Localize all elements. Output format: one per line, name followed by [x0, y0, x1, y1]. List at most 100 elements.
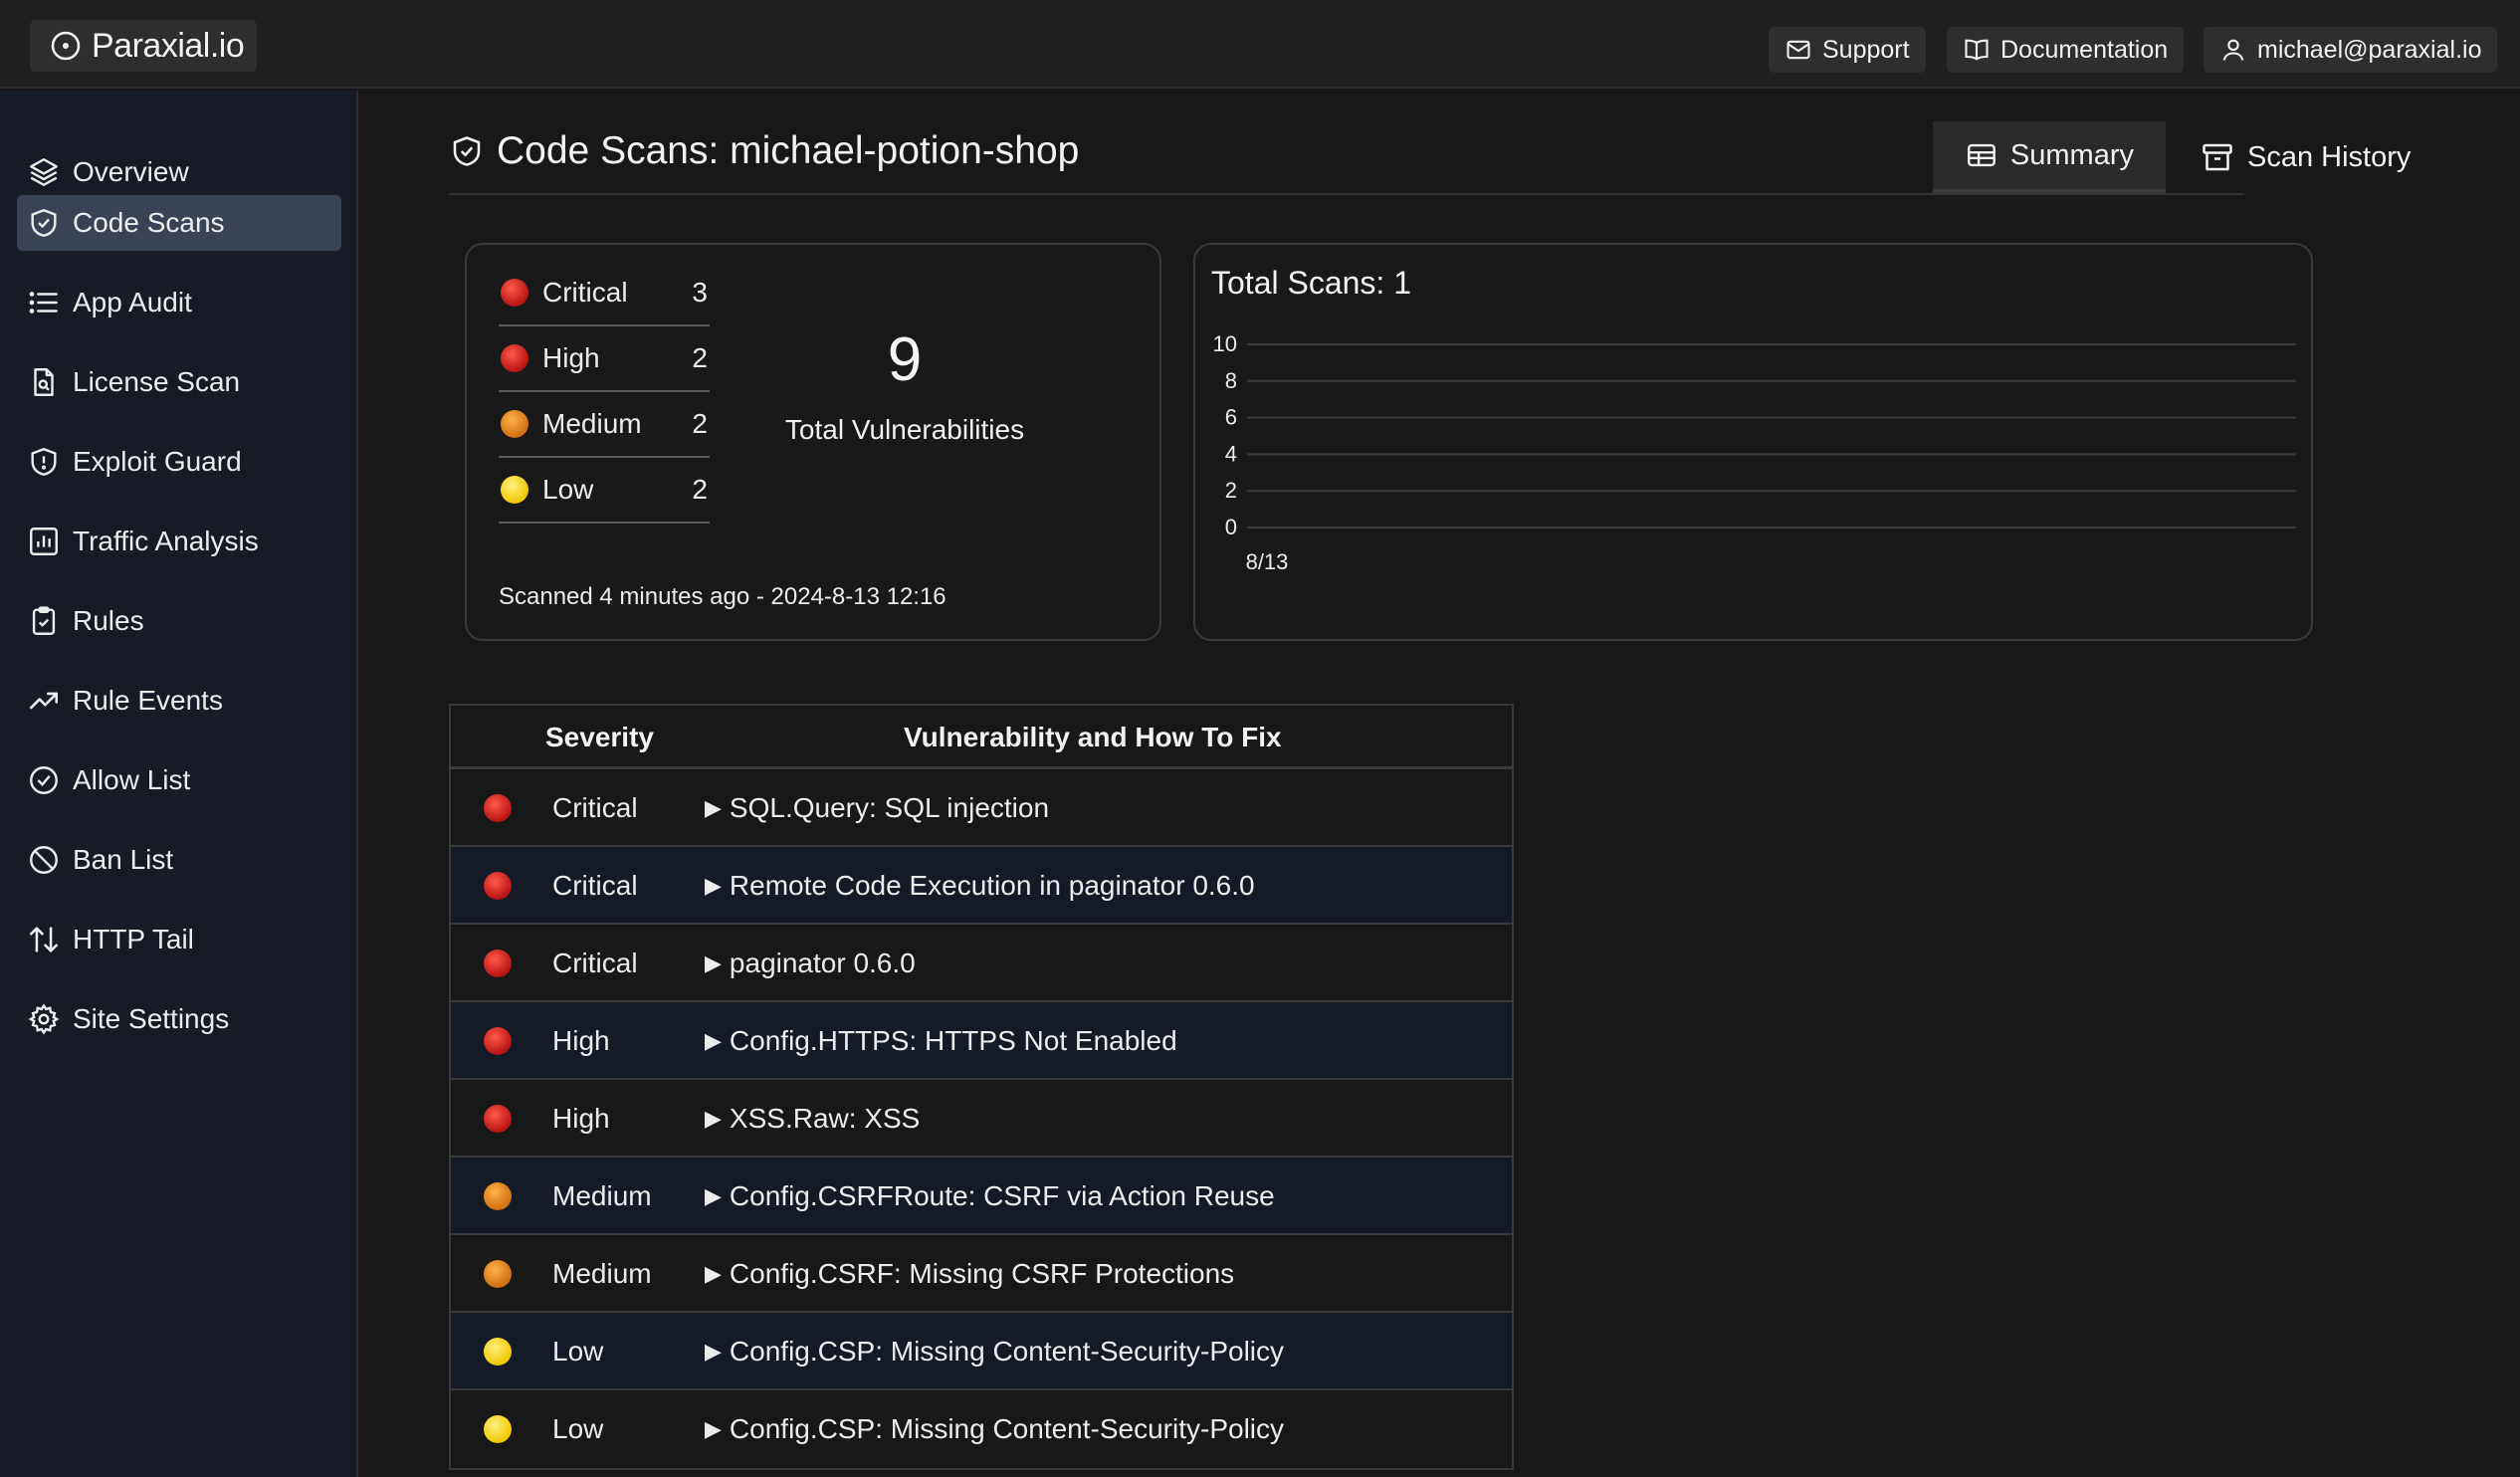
disclosure-triangle-icon: ▶	[705, 1416, 722, 1441]
row-severity: Medium	[552, 1180, 652, 1211]
row-severity: High	[552, 1103, 610, 1134]
table-header: Severity Vulnerability and How To Fix	[451, 706, 1512, 769]
vulnerability-header: Vulnerability and How To Fix	[904, 722, 1282, 752]
row-vulnerability-toggle[interactable]: ▶ Config.CSP: Missing Content-Security-Po…	[705, 1336, 1284, 1368]
sidebar-item-label: Exploit Guard	[73, 446, 242, 477]
low-dot-icon	[484, 1415, 512, 1443]
table-row[interactable]: Critical ▶ Remote Code Execution in pagin…	[451, 847, 1512, 925]
sidebar-item-traffic-analysis[interactable]: Traffic Analysis	[17, 514, 341, 569]
row-severity: Critical	[552, 948, 638, 978]
disclosure-triangle-icon: ▶	[705, 1106, 722, 1131]
row-vulnerability-text: paginator 0.6.0	[729, 948, 916, 978]
sidebar-item-allow-list[interactable]: Allow List	[17, 752, 341, 808]
severity-label: Medium	[542, 408, 642, 439]
sidebar-item-app-audit[interactable]: App Audit	[17, 275, 341, 330]
row-vulnerability-toggle[interactable]: ▶ paginator 0.6.0	[705, 948, 916, 979]
severity-row-critical: Critical 3	[499, 261, 710, 326]
severity-row-high: High 2	[499, 326, 710, 392]
book-open-icon	[1965, 39, 1989, 61]
vulnerability-table: Severity Vulnerability and How To Fix Cr…	[449, 704, 1514, 1470]
y-tick-label: 8	[1225, 368, 1237, 393]
row-vulnerability-toggle[interactable]: ▶ Config.CSRFRoute: CSRF via Action Reuse	[705, 1180, 1275, 1212]
table-row[interactable]: Critical ▶ paginator 0.6.0	[451, 925, 1512, 1002]
row-vulnerability-toggle[interactable]: ▶ XSS.Raw: XSS	[705, 1103, 920, 1135]
logo[interactable]: Paraxial.io	[30, 20, 257, 72]
clipboard-check-icon	[32, 606, 56, 635]
support-button[interactable]: Support	[1769, 27, 1926, 73]
row-vulnerability-toggle[interactable]: ▶ SQL.Query: SQL injection	[705, 792, 1049, 824]
tab-summary[interactable]: Summary	[1933, 121, 2166, 193]
row-vulnerability-text: Config.HTTPS: HTTPS Not Enabled	[729, 1025, 1177, 1056]
severity-header: Severity	[545, 722, 654, 752]
disclosure-triangle-icon: ▶	[705, 1261, 722, 1286]
y-tick-label: 10	[1213, 331, 1237, 356]
sidebar-item-label: Rules	[73, 605, 144, 636]
disclosure-triangle-icon: ▶	[705, 1183, 722, 1208]
sidebar-item-overview[interactable]: Overview	[17, 144, 341, 200]
user-menu-button[interactable]: michael@paraxial.io	[2204, 27, 2498, 73]
sidebar-item-label: License Scan	[73, 366, 241, 397]
y-tick-label: 0	[1225, 515, 1237, 539]
row-vulnerability-text: Config.CSRF: Missing CSRF Protections	[729, 1258, 1235, 1289]
sidebar-item-ban-list[interactable]: Ban List	[17, 832, 341, 888]
tab-scan-history[interactable]: Scan History	[2168, 121, 2442, 193]
support-label: Support	[1822, 35, 1910, 64]
ban-icon	[30, 846, 58, 874]
row-vulnerability-toggle[interactable]: ▶ Config.CSP: Missing Content-Security-Po…	[705, 1413, 1284, 1445]
table-row[interactable]: High ▶ XSS.Raw: XSS	[451, 1080, 1512, 1158]
row-severity: High	[552, 1025, 610, 1056]
high-dot-icon	[484, 1105, 512, 1133]
shield-check-icon	[453, 136, 481, 166]
documentation-button[interactable]: Documentation	[1947, 27, 2185, 73]
disclosure-triangle-icon: ▶	[705, 1028, 722, 1053]
sidebar-item-http-tail[interactable]: HTTP Tail	[17, 912, 341, 967]
sidebar-item-site-settings[interactable]: Site Settings	[17, 991, 341, 1047]
scanned-timestamp: Scanned 4 minutes ago - 2024-8-13 12:16	[499, 583, 946, 610]
page-title: Code Scans: michael-potion-shop	[449, 125, 1079, 177]
sidebar-item-code-scans[interactable]: Code Scans	[17, 195, 341, 251]
logo-text: Paraxial.io	[92, 26, 245, 65]
mail-icon	[1786, 40, 1810, 60]
sidebar-item-rules[interactable]: Rules	[17, 593, 341, 649]
low-dot-icon	[501, 476, 528, 504]
user-icon	[2222, 39, 2244, 61]
sidebar-item-label: Allow List	[73, 764, 191, 795]
table-row[interactable]: Medium ▶ Config.CSRF: Missing CSRF Protec…	[451, 1235, 1512, 1313]
row-vulnerability-text: Config.CSP: Missing Content-Security-Pol…	[729, 1413, 1285, 1444]
title-divider	[449, 193, 2244, 195]
sidebar-item-rule-events[interactable]: Rule Events	[17, 673, 341, 729]
disclosure-triangle-icon: ▶	[705, 795, 722, 820]
sidebar-item-label: Traffic Analysis	[73, 526, 259, 556]
critical-dot-icon	[501, 279, 528, 307]
sidebar-item-label: Ban List	[73, 844, 174, 875]
severity-count: 2	[692, 408, 708, 439]
table-row[interactable]: Critical ▶ SQL.Query: SQL injection	[451, 769, 1512, 847]
table-row[interactable]: High ▶ Config.HTTPS: HTTPS Not Enabled	[451, 1002, 1512, 1080]
bar-chart-icon	[30, 528, 58, 555]
medium-dot-icon	[484, 1260, 512, 1288]
total-vulnerabilities-count: 9	[887, 325, 923, 394]
row-vulnerability-toggle[interactable]: ▶ Config.CSRF: Missing CSRF Protections	[705, 1258, 1234, 1290]
severity-label: Critical	[542, 277, 628, 308]
sidebar-item-label: Rule Events	[73, 685, 223, 716]
table-row[interactable]: Low ▶ Config.CSP: Missing Content-Securit…	[451, 1313, 1512, 1390]
check-circle-icon	[30, 766, 58, 794]
sidebar-item-license-scan[interactable]: License Scan	[17, 354, 341, 410]
file-search-icon	[34, 368, 54, 396]
sidebar-item-label: Code Scans	[73, 207, 225, 238]
row-vulnerability-toggle[interactable]: ▶ Config.HTTPS: HTTPS Not Enabled	[705, 1025, 1177, 1057]
total-vulnerabilities-label: Total Vulnerabilities	[784, 414, 1025, 445]
x-tick-label: 8/13	[1246, 549, 1289, 574]
sidebar: Overview Code Scans App Audit License Sc…	[0, 91, 358, 1477]
row-severity: Low	[552, 1413, 604, 1444]
row-vulnerability-toggle[interactable]: ▶ Remote Code Execution in paginator 0.6.…	[705, 870, 1255, 902]
table-row[interactable]: Medium ▶ Config.CSRFRoute: CSRF via Actio…	[451, 1158, 1512, 1235]
sidebar-item-exploit-guard[interactable]: Exploit Guard	[17, 434, 341, 490]
arrows-up-down-icon	[29, 927, 59, 952]
critical-dot-icon	[484, 794, 512, 822]
medium-dot-icon	[484, 1182, 512, 1210]
list-icon	[29, 292, 58, 314]
table-row[interactable]: Low ▶ Config.CSP: Missing Content-Securit…	[451, 1390, 1512, 1468]
row-vulnerability-text: Config.CSRFRoute: CSRF via Action Reuse	[729, 1180, 1275, 1211]
severity-count: 2	[692, 474, 708, 505]
